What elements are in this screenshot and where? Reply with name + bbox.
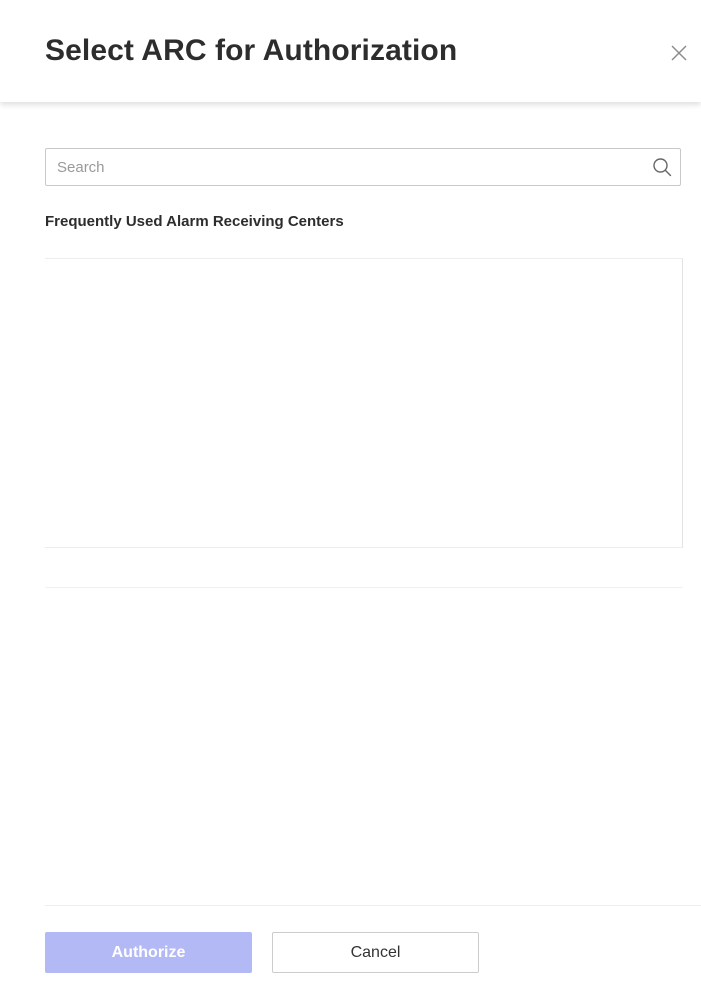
divider: [45, 587, 683, 588]
dialog-title: Select ARC for Authorization: [45, 34, 458, 67]
footer-divider: [45, 905, 701, 906]
close-button[interactable]: [666, 40, 692, 66]
authorize-button[interactable]: Authorize: [45, 932, 252, 973]
close-icon: [671, 45, 687, 61]
search-input[interactable]: [46, 149, 636, 185]
cancel-button[interactable]: Cancel: [272, 932, 479, 973]
search-box: [45, 148, 681, 186]
select-arc-dialog: Select ARC for Authorization Frequently …: [0, 0, 701, 1003]
frequently-used-label: Frequently Used Alarm Receiving Centers: [45, 213, 344, 230]
arc-list: [45, 258, 683, 548]
search-icon[interactable]: [652, 157, 672, 177]
dialog-header: Select ARC for Authorization: [0, 0, 701, 102]
